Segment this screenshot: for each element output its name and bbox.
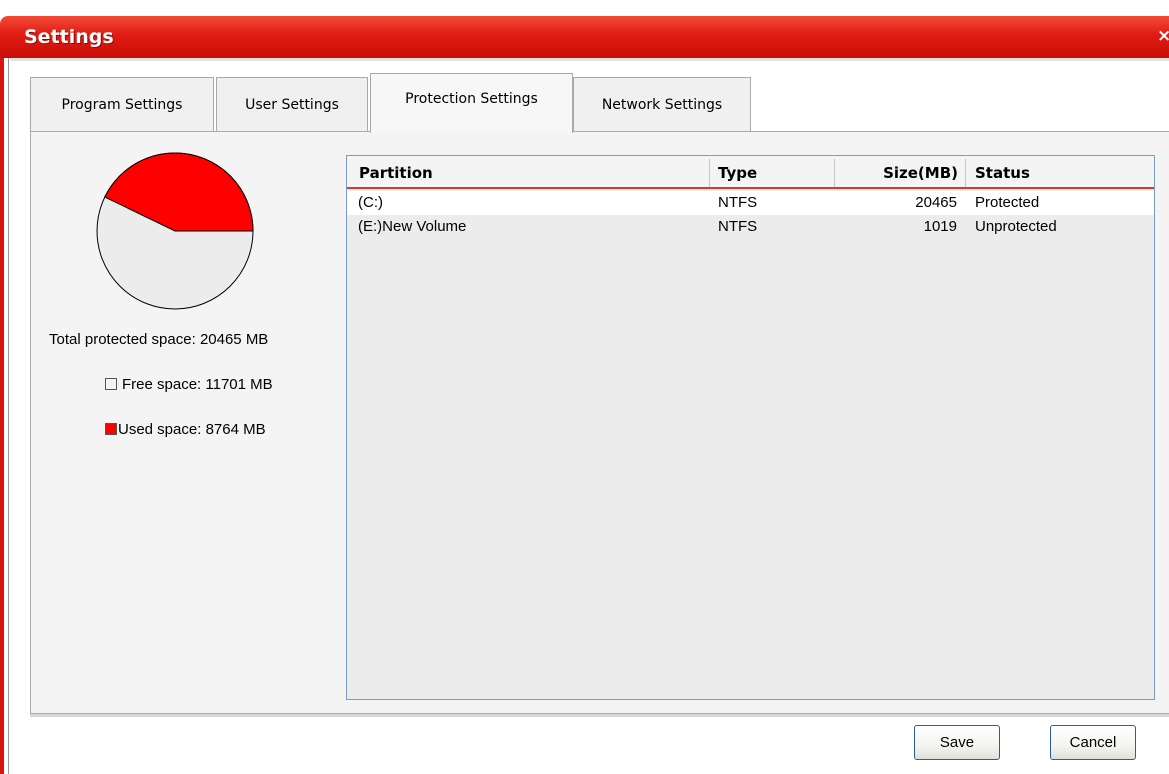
- tab-label: Network Settings: [601, 96, 723, 113]
- partition-status: Unprotected: [975, 218, 1057, 235]
- close-icon[interactable]: ×: [1157, 26, 1169, 46]
- pie-svg: [96, 152, 254, 310]
- tab-protection-settings[interactable]: Protection Settings: [370, 73, 573, 133]
- partition-type: NTFS: [718, 218, 758, 235]
- partition-size: 20465: [915, 194, 957, 211]
- total-protected-value: 20465 MB: [199, 331, 269, 348]
- free-space-value: 11701 MB: [205, 376, 273, 393]
- tab-label: Protection Settings: [405, 90, 538, 107]
- panel-shadow: [30, 714, 1169, 717]
- cancel-button[interactable]: Cancel: [1050, 725, 1136, 760]
- column-header-size[interactable]: Size(MB): [883, 164, 958, 182]
- partition-size: 1019: [923, 218, 957, 235]
- total-protected-label: Total protected space:: [49, 331, 196, 348]
- used-space-label: Used space:: [118, 421, 202, 438]
- used-space-value: 8764 MB: [205, 421, 266, 438]
- disk-usage-pie-chart: [95, 151, 257, 313]
- free-swatch-icon: [105, 378, 117, 390]
- table-header: Partition Type Size(MB) Status: [347, 156, 1154, 189]
- tab-label: Program Settings: [61, 96, 183, 113]
- save-label: Save: [939, 734, 975, 751]
- column-separator: [965, 159, 966, 187]
- partition-status: Protected: [975, 194, 1040, 211]
- partition-name: (E:)New Volume: [358, 218, 467, 235]
- used-space-legend: Used space: 8764 MB: [105, 421, 266, 438]
- free-space-legend: Free space: 11701 MB: [105, 376, 273, 393]
- free-space-label: Free space:: [122, 376, 202, 393]
- tab-program-settings[interactable]: Program Settings: [30, 77, 214, 131]
- partition-type: NTFS: [718, 194, 758, 211]
- partition-name: (C:): [358, 194, 383, 211]
- title-bar[interactable]: Settings ×: [0, 16, 1169, 58]
- column-header-type[interactable]: Type: [718, 164, 757, 182]
- table-row[interactable]: (E:)New Volume NTFS 1019 Unprotected: [347, 215, 1154, 239]
- tab-network-settings[interactable]: Network Settings: [573, 77, 751, 131]
- column-header-partition[interactable]: Partition: [359, 164, 433, 182]
- window-title: Settings: [24, 26, 114, 48]
- used-swatch-icon: [105, 423, 117, 435]
- table-row[interactable]: (C:) NTFS 20465 Protected: [347, 191, 1154, 215]
- cancel-label: Cancel: [1069, 734, 1117, 751]
- window-left-border: [0, 58, 10, 774]
- column-separator: [709, 159, 710, 187]
- column-separator: [834, 159, 835, 187]
- save-button[interactable]: Save: [914, 725, 1000, 760]
- tab-user-settings[interactable]: User Settings: [216, 77, 368, 131]
- partition-table[interactable]: Partition Type Size(MB) Status (C:) NTFS…: [346, 155, 1155, 700]
- column-header-status[interactable]: Status: [975, 164, 1030, 182]
- window-top-divider: [10, 58, 1169, 61]
- tab-label: User Settings: [245, 96, 339, 113]
- total-protected-space: Total protected space: 20465 MB: [49, 331, 268, 348]
